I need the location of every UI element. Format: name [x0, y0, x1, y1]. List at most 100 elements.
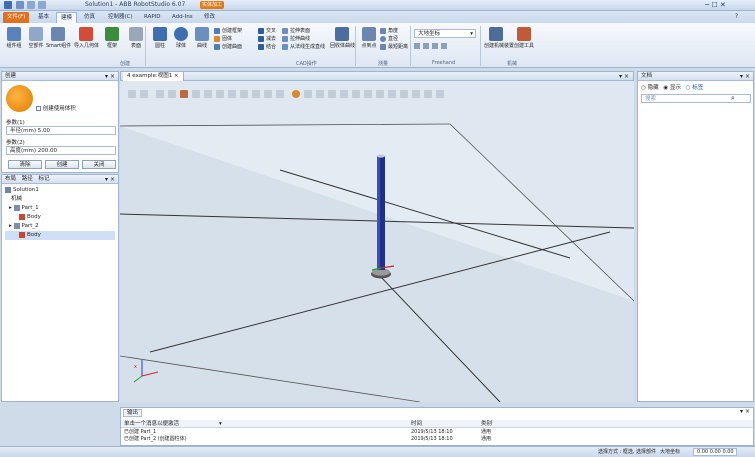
view-tool-icon[interactable] — [304, 90, 312, 98]
tree-item[interactable]: 机械 — [5, 195, 115, 204]
tab-modify[interactable]: 修改 — [200, 12, 219, 23]
view-tool-icon[interactable] — [128, 90, 136, 98]
height-field[interactable]: 高度(mm) 200.00 — [6, 146, 116, 155]
filter-tag-radio[interactable]: ○ 标签 — [686, 85, 704, 91]
panel-pin-icon[interactable]: ▾ × — [740, 72, 750, 81]
view-tool-icon[interactable] — [156, 90, 164, 98]
close-icon[interactable]: × — [174, 73, 179, 79]
view-tool-icon[interactable] — [352, 90, 360, 98]
union-item[interactable]: 结合 — [258, 43, 276, 51]
view-tool-icon[interactable] — [240, 90, 248, 98]
save-icon[interactable] — [16, 1, 24, 9]
use-volume-checkbox[interactable]: 创建使用体积 — [36, 104, 76, 112]
app-logo-icon[interactable] — [4, 1, 12, 9]
frame-button[interactable]: 框架 — [100, 26, 124, 60]
3d-viewport[interactable]: x — [120, 86, 634, 402]
help-icon[interactable]: ? — [735, 13, 738, 20]
tab-home[interactable]: 基本 — [34, 12, 53, 23]
panel-pin-icon[interactable]: ▾ × — [105, 72, 115, 81]
view-tool-icon[interactable] — [228, 90, 236, 98]
filter-show-radio[interactable]: ◉ 显示 — [663, 85, 681, 91]
empty-part-button[interactable]: 空部件 — [24, 26, 48, 60]
view-tool-icon[interactable] — [316, 90, 324, 98]
extrude-surface-item[interactable]: 拉伸表面 — [282, 27, 325, 35]
smart-component-button[interactable]: Smart组件 — [46, 26, 71, 60]
panel-pin-icon[interactable]: ▾ × — [105, 175, 115, 184]
curve-button[interactable]: 曲线 — [190, 26, 214, 60]
create-tool-button[interactable]: 创建工具 — [512, 26, 536, 60]
chevron-down-icon[interactable]: ▾ — [219, 420, 222, 428]
tab-controller[interactable]: 控制器(C) — [104, 12, 137, 23]
tab-file[interactable]: 文件(F) — [3, 12, 30, 23]
view-tool-icon[interactable] — [216, 90, 224, 98]
tab-paths[interactable]: 路径 — [22, 176, 33, 182]
view-tool-icon[interactable] — [412, 90, 420, 98]
view-tool-icon[interactable] — [204, 90, 212, 98]
view-tool-icon[interactable] — [388, 90, 396, 98]
table-row[interactable]: 已创建 Part_1 2019/5/13 18:10 通用 — [121, 429, 753, 436]
import-geometry-button[interactable]: 导入几何体 — [74, 26, 99, 60]
clear-button[interactable]: 清除 — [8, 160, 42, 169]
diameter-item[interactable]: 直径 — [380, 35, 408, 43]
window-controls[interactable]: ─ ☐ ✕ — [705, 1, 726, 9]
rotate-icon[interactable] — [423, 43, 429, 49]
output-pin[interactable]: ▾ × — [740, 408, 750, 415]
tab-simulation[interactable]: 仿真 — [80, 12, 99, 23]
view-tool-icon[interactable] — [424, 90, 432, 98]
angle-item[interactable]: 角度 — [380, 27, 408, 35]
output-tab[interactable]: 输出 — [123, 409, 143, 417]
view-tool-icon[interactable] — [180, 90, 188, 98]
radius-field[interactable]: 半径(mm) 5.00 — [6, 126, 116, 135]
view-tool-icon[interactable] — [376, 90, 384, 98]
tree-root[interactable]: Solution1 — [5, 186, 115, 195]
tree-item[interactable]: Body — [5, 213, 115, 222]
tree-item-selected[interactable]: Body — [5, 231, 115, 240]
snap-icon[interactable] — [292, 90, 300, 98]
create-surface-item[interactable]: 创建曲面 — [214, 43, 242, 51]
tree-item[interactable]: ▸ Part_1 — [5, 204, 115, 213]
tab-rapid[interactable]: RAPID — [140, 12, 165, 23]
view-tool-icon[interactable] — [364, 90, 372, 98]
jog-joint-icon[interactable] — [432, 43, 438, 49]
filter-hide-radio[interactable]: ○ 隐藏 — [641, 85, 659, 91]
component-group-button[interactable]: 组件组 — [2, 26, 26, 60]
table-row[interactable]: 已创建 Part_2 (创建圆柱体) 2019/5/13 18:10 通用 — [121, 436, 753, 443]
column-message[interactable]: 单击一个消息以便激活 — [124, 420, 179, 428]
tab-addins[interactable]: Add-Ins — [168, 12, 197, 23]
document-tab[interactable]: 4 example:视图1 × — [123, 72, 184, 81]
view-tool-icon[interactable] — [276, 90, 284, 98]
view-tool-icon[interactable] — [168, 90, 176, 98]
create-mechanism-button[interactable]: 创建机械装置 — [484, 26, 514, 60]
point-to-point-button[interactable]: 点到点 — [357, 26, 381, 60]
tab-layout[interactable]: 布局 — [5, 176, 16, 182]
tab-modeling[interactable]: 建模 — [56, 12, 78, 23]
view-tool-icon[interactable] — [436, 90, 444, 98]
create-frame-item[interactable]: 创建框架 — [214, 27, 242, 35]
view-tool-icon[interactable] — [252, 90, 260, 98]
search-icon[interactable]: ⌕ — [731, 94, 735, 103]
column-category[interactable]: 类别 — [481, 420, 492, 428]
undo-icon[interactable] — [27, 1, 35, 9]
min-distance-item[interactable]: 最短距离 — [380, 43, 408, 51]
move-icon[interactable] — [414, 43, 420, 49]
tab-tags[interactable]: 标记 — [39, 176, 50, 182]
view-tool-icon[interactable] — [340, 90, 348, 98]
redo-icon[interactable] — [38, 1, 46, 9]
status-mode[interactable]: 大地坐标 — [660, 448, 680, 455]
view-tool-icon[interactable] — [264, 90, 272, 98]
intersect-item[interactable]: 交叉 — [258, 27, 276, 35]
view-tool-icon[interactable] — [192, 90, 200, 98]
recover-curve-button[interactable]: 回收体曲线 — [330, 26, 355, 60]
close-button[interactable]: 关闭 — [82, 160, 116, 169]
subtract-item[interactable]: 减去 — [258, 35, 276, 43]
jog-linear-icon[interactable] — [441, 43, 447, 49]
solid-item[interactable]: 固体 — [214, 35, 242, 43]
view-tool-icon[interactable] — [140, 90, 148, 98]
document-tab-controls[interactable]: ▾ × — [619, 72, 629, 81]
tree-item[interactable]: ▸ Part_2 — [5, 222, 115, 231]
create-button[interactable]: 创建 — [45, 160, 79, 169]
extrude-curve-item[interactable]: 拉伸曲线 — [282, 35, 325, 43]
freehand-reference-select[interactable]: 大地坐标 ▾ — [414, 29, 476, 38]
view-tool-icon[interactable] — [328, 90, 336, 98]
line-from-normal-item[interactable]: 从法线生成直线 — [282, 43, 325, 51]
